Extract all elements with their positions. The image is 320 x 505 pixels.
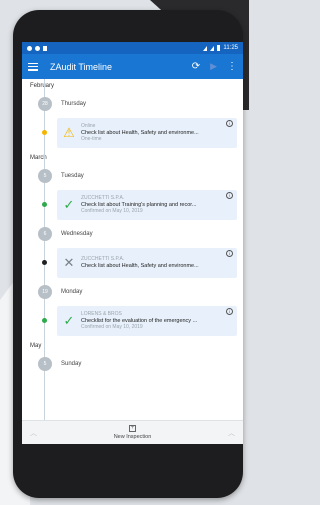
new-inspection-label: New Inspection: [113, 434, 152, 440]
inspection-card[interactable]: ✓ LORENS & BROS Checklist for the evalua…: [57, 306, 237, 336]
sim-icon: [43, 45, 47, 51]
wifi-icon: [203, 45, 208, 51]
day-badge: 28: [38, 97, 52, 111]
play-icon[interactable]: ▶: [210, 62, 217, 71]
check-icon: ✓: [63, 313, 75, 328]
status-left-icons: [27, 45, 47, 51]
day-name: Monday: [61, 289, 83, 295]
day-row: 5 Tuesday: [22, 165, 243, 187]
info-icon[interactable]: i: [226, 192, 233, 199]
cross-icon: ✕: [63, 255, 75, 270]
refresh-icon[interactable]: ⟳: [192, 61, 200, 72]
day-badge: 6: [38, 227, 52, 241]
app-title: ZAudit Timeline: [50, 61, 113, 72]
day-badge: 19: [38, 285, 52, 299]
month-header: May: [30, 343, 42, 349]
warning-icon: ⚠: [63, 125, 75, 140]
chevron-up-icon[interactable]: ︿: [228, 428, 235, 438]
timeline-item: ✓ LORENS & BROS Checklist for the evalua…: [22, 303, 243, 339]
info-icon[interactable]: i: [226, 120, 233, 127]
status-dot-confirmed: [42, 202, 47, 207]
new-inspection-button[interactable]: + New Inspection: [113, 425, 152, 440]
card-status-text: Confirmed on May 10, 2019: [81, 208, 143, 215]
day-row: 5 Sunday: [22, 353, 243, 375]
inspection-card[interactable]: ✕ ZUCCHETTI S.P.A. Check list about Heal…: [57, 248, 237, 278]
month-header: February: [30, 83, 55, 89]
timeline-item: ⚠ Online Check list about Health, Safety…: [22, 115, 243, 151]
day-name: Sunday: [61, 361, 82, 367]
status-right-icons: 11:25: [203, 45, 238, 51]
info-icon[interactable]: i: [226, 250, 233, 257]
signal-icon: [210, 45, 215, 51]
timeline-item: ✓ ZUCCHETTI S.P.A. Check list about Trai…: [22, 187, 243, 223]
status-dot-warning: [42, 130, 47, 135]
day-name: Tuesday: [61, 173, 84, 179]
inspection-card[interactable]: ⚠ Online Check list about Health, Safety…: [57, 118, 237, 148]
card-status-text: One-time: [81, 136, 102, 143]
card-body: Online Check list about Health, Safety a…: [81, 123, 237, 142]
status-time: 11:25: [223, 45, 238, 51]
card-title: Checklist for the evaluation of the emer…: [81, 317, 198, 324]
timeline: February 28 Thursday ⚠ Online Check list…: [22, 79, 243, 420]
card-title: Check list about Training's planning and…: [81, 201, 197, 208]
app-bar-actions: ⟳ ▶ ⋮: [192, 61, 237, 72]
chevron-up-icon[interactable]: ︿: [30, 428, 37, 438]
sync-icon: [35, 45, 40, 51]
menu-icon[interactable]: [28, 62, 38, 71]
day-row: 6 Wednesday: [22, 223, 243, 245]
settings-icon: [27, 45, 32, 51]
info-icon[interactable]: i: [226, 308, 233, 315]
status-dot-confirmed: [42, 318, 47, 323]
card-status-text: Confirmed on May 10, 2019: [81, 324, 143, 331]
bottom-bar: ︿ + New Inspection ︿: [22, 420, 243, 444]
card-body: ZUCCHETTI S.P.A. Check list about Traini…: [81, 195, 237, 214]
add-icon: +: [128, 425, 136, 432]
status-bar: 11:25: [22, 42, 243, 54]
check-icon: ✓: [63, 197, 75, 212]
app-bar: ZAudit Timeline ⟳ ▶ ⋮: [22, 54, 243, 79]
status-dot-cancelled: [42, 260, 47, 265]
app-screen: 11:25 ZAudit Timeline ⟳ ▶ ⋮ February 28 …: [22, 42, 243, 444]
inspection-card[interactable]: ✓ ZUCCHETTI S.P.A. Check list about Trai…: [57, 190, 237, 220]
day-row: 19 Monday: [22, 281, 243, 303]
card-title: Check list about Health, Safety and envi…: [81, 129, 199, 136]
day-name: Thursday: [61, 101, 87, 107]
more-icon[interactable]: ⋮: [227, 61, 237, 72]
day-name: Wednesday: [61, 231, 93, 237]
month-header: March: [30, 155, 47, 161]
card-title: Check list about Health, Safety and envi…: [81, 262, 199, 269]
day-badge: 5: [38, 169, 52, 183]
card-body: LORENS & BROS Checklist for the evaluati…: [81, 311, 237, 330]
battery-icon: [217, 45, 221, 51]
day-badge: 5: [38, 357, 52, 371]
day-row: 28 Thursday: [22, 93, 243, 115]
timeline-item: ✕ ZUCCHETTI S.P.A. Check list about Heal…: [22, 245, 243, 281]
card-body: ZUCCHETTI S.P.A. Check list about Health…: [81, 256, 237, 269]
